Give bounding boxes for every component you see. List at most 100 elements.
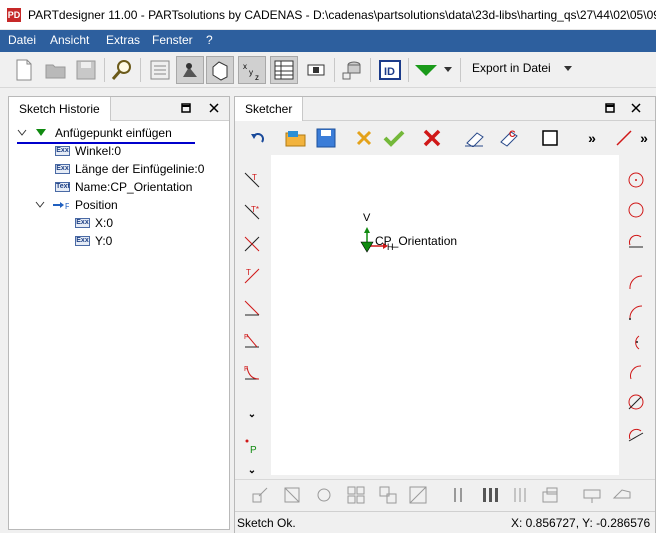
- tree-root-item[interactable]: Anfügepunkt einfügen: [17, 124, 172, 142]
- tree-position-item[interactable]: F Position: [35, 196, 118, 214]
- open-folder-icon[interactable]: [285, 127, 307, 149]
- expand-down-icon[interactable]: ⌄: [241, 403, 263, 425]
- sketch-toolbar: C » »: [235, 122, 655, 154]
- title-bar: PD PARTdesigner 11.00 - PARTsolutions by…: [0, 0, 656, 30]
- left-tool-column: T T* T F F ⌄ P ⌄: [237, 159, 267, 479]
- scale-icon[interactable]: [281, 484, 303, 506]
- array-icon[interactable]: [345, 484, 367, 506]
- more-tools-toggle[interactable]: »: [633, 127, 655, 149]
- export-label: Export in Datei: [472, 61, 551, 75]
- sketch-mode-icon[interactable]: [176, 56, 204, 84]
- position-icon: F: [53, 202, 69, 210]
- main-toolbar: xyz ID Export in Datei: [0, 52, 656, 88]
- cancel-x-icon[interactable]: [353, 127, 375, 149]
- expand-down-icon[interactable]: ⌄: [241, 459, 263, 481]
- assembly-icon[interactable]: [338, 56, 366, 84]
- hatch-icon[interactable]: [509, 484, 531, 506]
- undo-icon[interactable]: [247, 127, 269, 149]
- insert-point-marker[interactable]: [360, 241, 374, 253]
- vertical-axis-arrow: [364, 227, 370, 233]
- save-sketch-icon[interactable]: [315, 127, 337, 149]
- tree-item[interactable]: Text Name:CP_Orientation: [55, 178, 192, 196]
- document-icon[interactable]: [146, 56, 174, 84]
- green-down-arrow-icon[interactable]: [412, 56, 440, 84]
- parameter-icon: Exx: [55, 164, 70, 174]
- tangent-circle-icon[interactable]: [625, 229, 647, 251]
- confirm-check-icon[interactable]: [383, 127, 405, 149]
- component-icon[interactable]: [302, 56, 330, 84]
- rotate-icon[interactable]: [313, 484, 335, 506]
- eraser-icon[interactable]: [463, 127, 485, 149]
- arc-icon[interactable]: [625, 271, 647, 293]
- circle-center-icon[interactable]: [625, 169, 647, 191]
- toolbar-separator: [140, 58, 141, 82]
- tab-sketcher[interactable]: Sketcher: [235, 97, 304, 121]
- menu-fenster[interactable]: Fenster: [152, 33, 193, 47]
- fillet-icon[interactable]: F: [241, 361, 263, 383]
- svg-text:ID: ID: [384, 66, 395, 78]
- dimension-icon[interactable]: [581, 484, 603, 506]
- xyz-axes-icon[interactable]: xyz: [238, 56, 266, 84]
- maximize-icon[interactable]: [605, 102, 615, 116]
- extrude-icon[interactable]: [539, 484, 561, 506]
- arc-center-icon[interactable]: [625, 331, 647, 353]
- more-tools-toggle[interactable]: »: [581, 127, 603, 149]
- delete-icon[interactable]: [421, 127, 443, 149]
- copy-icon[interactable]: [377, 484, 399, 506]
- parameter-icon: Exx: [75, 236, 90, 246]
- dropdown-chevron-icon[interactable]: [440, 56, 456, 84]
- move-icon[interactable]: [249, 484, 271, 506]
- distribute-icon[interactable]: [449, 484, 471, 506]
- menu-help[interactable]: ?: [206, 33, 213, 47]
- circle-icon[interactable]: [625, 199, 647, 221]
- mirror-icon[interactable]: [407, 484, 429, 506]
- panel-header: Sketch Historie: [9, 97, 229, 121]
- tree-item[interactable]: Exx Y:0: [75, 232, 112, 250]
- menu-ansicht[interactable]: Ansicht: [50, 33, 89, 47]
- align-icon[interactable]: [479, 484, 501, 506]
- corner-icon[interactable]: [241, 297, 263, 319]
- tree-item[interactable]: Exx Winkel:0: [55, 142, 121, 160]
- tangent-line-icon[interactable]: T: [241, 169, 263, 191]
- constraint-icon[interactable]: [611, 484, 633, 506]
- close-icon[interactable]: [631, 102, 641, 116]
- maximize-icon[interactable]: [181, 102, 191, 116]
- tree-item[interactable]: Exx Länge der Einfügelinie:0: [55, 160, 204, 178]
- trim-icon[interactable]: [241, 233, 263, 255]
- svg-text:F: F: [65, 202, 69, 210]
- 3d-view-icon[interactable]: [206, 56, 234, 84]
- id-icon[interactable]: ID: [376, 56, 404, 84]
- toolbar-separator: [334, 58, 335, 82]
- chamfer-icon[interactable]: F: [241, 329, 263, 351]
- rectangle-select-icon[interactable]: [539, 127, 561, 149]
- arc-tangent-icon[interactable]: [625, 361, 647, 383]
- search-icon[interactable]: [108, 56, 136, 84]
- tangent-arc-icon[interactable]: [625, 423, 647, 445]
- panel-header: Sketcher: [235, 97, 655, 121]
- chevron-down-icon[interactable]: [17, 129, 27, 137]
- tree-item-label: Winkel:0: [75, 144, 122, 158]
- line-tool-icon[interactable]: [613, 127, 635, 149]
- clear-icon[interactable]: C: [497, 127, 519, 149]
- parallel-line-icon[interactable]: T: [241, 265, 263, 287]
- arc-three-point-icon[interactable]: [625, 301, 647, 323]
- tangent-point-icon[interactable]: T*: [241, 201, 263, 223]
- chevron-down-icon[interactable]: [35, 201, 45, 209]
- vertical-axis-label: V: [363, 212, 371, 224]
- menu-extras[interactable]: Extras: [106, 33, 140, 47]
- table-icon[interactable]: [270, 56, 298, 84]
- svg-text:F: F: [244, 366, 248, 373]
- arc-sector-icon[interactable]: [625, 391, 647, 413]
- sketch-canvas[interactable]: V H CP_Orientation: [271, 155, 619, 475]
- save-icon[interactable]: [72, 56, 100, 84]
- tab-sketch-history[interactable]: Sketch Historie: [9, 97, 111, 121]
- new-file-icon[interactable]: [10, 56, 38, 84]
- close-icon[interactable]: [209, 102, 219, 116]
- window-title: PARTdesigner 11.00 - PARTsolutions by CA…: [28, 8, 656, 22]
- export-to-file-button[interactable]: Export in Datei: [472, 61, 574, 75]
- sketcher-panel: Sketcher C » » T T* T F F ⌄ P ⌄ V H CP_O…: [234, 96, 656, 533]
- point-tool-icon[interactable]: P: [241, 435, 263, 457]
- menu-datei[interactable]: Datei: [8, 33, 36, 47]
- tree-item[interactable]: Exx X:0: [75, 214, 113, 232]
- open-file-icon[interactable]: [42, 56, 70, 84]
